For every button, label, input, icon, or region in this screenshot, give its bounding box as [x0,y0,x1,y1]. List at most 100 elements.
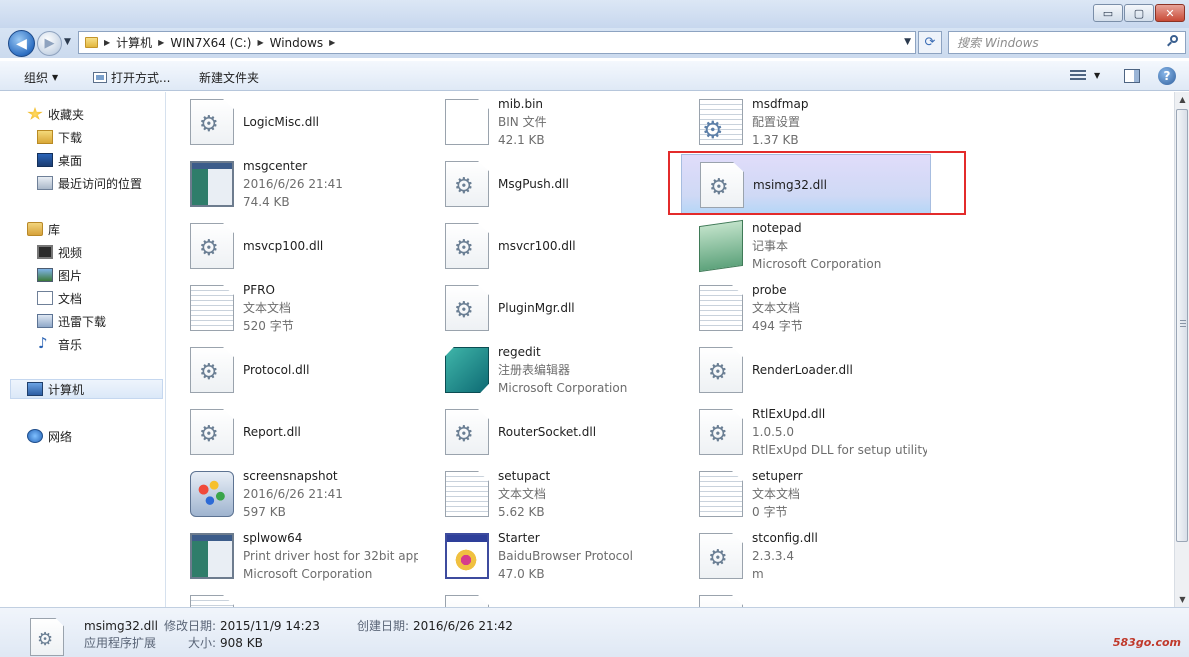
change-view-icon[interactable] [1070,70,1086,83]
back-button[interactable]: ◀ [8,30,35,57]
scrollbar-thumb[interactable] [1176,109,1188,542]
file-detail: 记事本 [752,239,789,253]
details-pane: msimg32.dll 应用程序扩展 修改日期: 2015/11/9 14:23… [0,607,1189,657]
file-item[interactable]: RtlExUpd.dll 1.0.5.0 RtlExUpd DLL for setu… [681,402,931,462]
file-name: msimg32.dll [753,178,827,192]
file-item[interactable]: PluginMgr.dll [427,278,677,338]
file-detail: Microsoft Corporation [498,381,628,395]
thunder-folder-icon [37,314,53,328]
nav-computer[interactable]: 计算机 [10,379,163,399]
details-modified-label: 修改日期: [164,619,217,633]
file-item[interactable]: LogicMisc.dll [172,92,422,152]
file-detail: 42.1 KB [498,133,545,147]
nav-libraries-label: 库 [48,222,61,237]
file-name: RtlExUpd.dll [752,407,826,421]
file-name: stconfig.dll [752,531,818,545]
file-item[interactable]: twain_32.dll [681,588,931,607]
file-item[interactable]: msdfmap 配置设置 1.37 KB [681,92,931,152]
file-item-text: msimg32.dll [753,176,928,194]
new-folder-button[interactable]: 新建文件夹 [199,69,259,86]
chevron-right-icon[interactable]: ▶ [329,38,335,47]
file-item[interactable]: PFRO 文本文档 520 字节 [172,278,422,338]
open-with-button[interactable]: 打开方式... [93,69,170,86]
minimize-button[interactable]: ▭ [1093,4,1123,22]
file-item-text: MsgPush.dll [498,175,673,193]
file-detail: 文本文档 [243,301,292,315]
file-item-text: msvcr100.dll [498,237,673,255]
file-detail: 5.62 KB [498,505,545,519]
file-item[interactable]: twain.dll [427,588,677,607]
breadcrumb-computer[interactable]: 计算机 [116,34,152,51]
file-item[interactable]: regedit 注册表编辑器 Microsoft Corporation [427,340,677,400]
address-history-button[interactable]: ▼ [904,37,911,47]
nav-desktop[interactable]: 桌面 [0,150,166,170]
file-item[interactable]: stconfig.dll 2.3.3.4 m [681,526,931,586]
vertical-scrollbar[interactable]: ▲ ▼ [1174,92,1189,607]
preview-pane-icon[interactable] [1124,69,1140,83]
details-size-value: 908 KB [220,636,263,650]
breadcrumb-drive-c[interactable]: WIN7X64 (C:) [170,36,251,50]
file-item[interactable]: probe 文本文档 494 字节 [681,278,931,338]
file-item[interactable]: msvcr100.dll [427,216,677,276]
file-detail: 文本文档 [752,487,801,501]
forward-button[interactable]: ▶ [37,31,62,56]
file-item[interactable]: Starter BaiduBrowser Protocol 47.0 KB [427,526,677,586]
library-icon [27,222,43,236]
file-item[interactable]: Protocol.dll [172,340,422,400]
nav-libraries[interactable]: 库 [0,219,166,239]
file-item[interactable]: RenderLoader.dll [681,340,931,400]
file-item[interactable]: setuperr 文本文档 0 字节 [681,464,931,524]
view-options-button[interactable]: ▼ [1094,71,1100,80]
chevron-right-icon[interactable]: ▶ [158,38,164,47]
refresh-button[interactable]: ⟳ [918,31,942,54]
scroll-up-button[interactable]: ▲ [1175,92,1189,107]
file-item-text: stconfig.dll 2.3.3.4 m [752,529,927,583]
caret-down-icon: ▼ [52,73,59,82]
nav-music[interactable]: 音乐 [0,334,166,354]
file-item-text: splwow64 Print driver host for 32bit appl… [243,529,418,583]
file-item[interactable]: mib.bin BIN 文件 42.1 KB [427,92,677,152]
pictures-icon [37,268,53,282]
search-icon[interactable] [1167,35,1179,47]
file-item[interactable]: msgcenter 2016/6/26 21:41 74.4 KB [172,154,422,214]
file-name: msvcp100.dll [243,239,324,253]
file-item[interactable]: msvcp100.dll [172,216,422,276]
nav-recent-places[interactable]: 最近访问的位置 [0,173,166,193]
file-item[interactable]: setupact 文本文档 5.62 KB [427,464,677,524]
file-item[interactable]: system [172,588,422,607]
search-input[interactable]: 搜索 Windows [948,31,1186,54]
organize-button[interactable]: 组织 ▼ [24,69,58,86]
video-icon [37,245,53,259]
recent-pages-button[interactable]: ▼ [64,37,71,47]
chevron-right-icon[interactable]: ▶ [257,38,263,47]
file-item[interactable]: msimg32.dll [681,154,931,214]
nav-network[interactable]: 网络 [0,426,166,446]
documents-icon [37,291,53,305]
nav-documents[interactable]: 文档 [0,288,166,308]
file-item-text: msvcp100.dll [243,237,418,255]
breadcrumb-windows[interactable]: Windows [270,36,324,50]
file-detail: 文本文档 [498,487,547,501]
scroll-down-button[interactable]: ▼ [1175,592,1189,607]
file-item[interactable]: screensnapshot 2016/6/26 21:41 597 KB [172,464,422,524]
file-item[interactable]: Report.dll [172,402,422,462]
file-item[interactable]: RouterSocket.dll [427,402,677,462]
file-item[interactable]: splwow64 Print driver host for 32bit appl… [172,526,422,586]
nav-thunder-downloads[interactable]: 迅雷下载 [0,311,166,331]
nav-favorites-label: 收藏夹 [48,107,85,122]
dll-icon [445,285,489,331]
chevron-right-icon[interactable]: ▶ [104,38,110,47]
nav-pictures[interactable]: 图片 [0,265,166,285]
file-item[interactable]: notepad 记事本 Microsoft Corporation [681,216,931,276]
help-icon[interactable]: ? [1158,67,1176,85]
maximize-button[interactable]: ▢ [1124,4,1154,22]
close-button[interactable]: ✕ [1155,4,1185,22]
file-item-text: RtlExUpd.dll 1.0.5.0 RtlExUpd DLL for setu… [752,405,927,459]
nav-downloads[interactable]: 下载 [0,127,166,147]
file-item[interactable]: MsgPush.dll [427,154,677,214]
recent-places-icon [37,176,53,190]
network-icon [27,429,43,443]
nav-favorites[interactable]: 收藏夹 [0,104,166,124]
address-bar[interactable]: ▶ 计算机 ▶ WIN7X64 (C:) ▶ Windows ▶ ▼ [78,31,916,54]
nav-videos[interactable]: 视频 [0,242,166,262]
